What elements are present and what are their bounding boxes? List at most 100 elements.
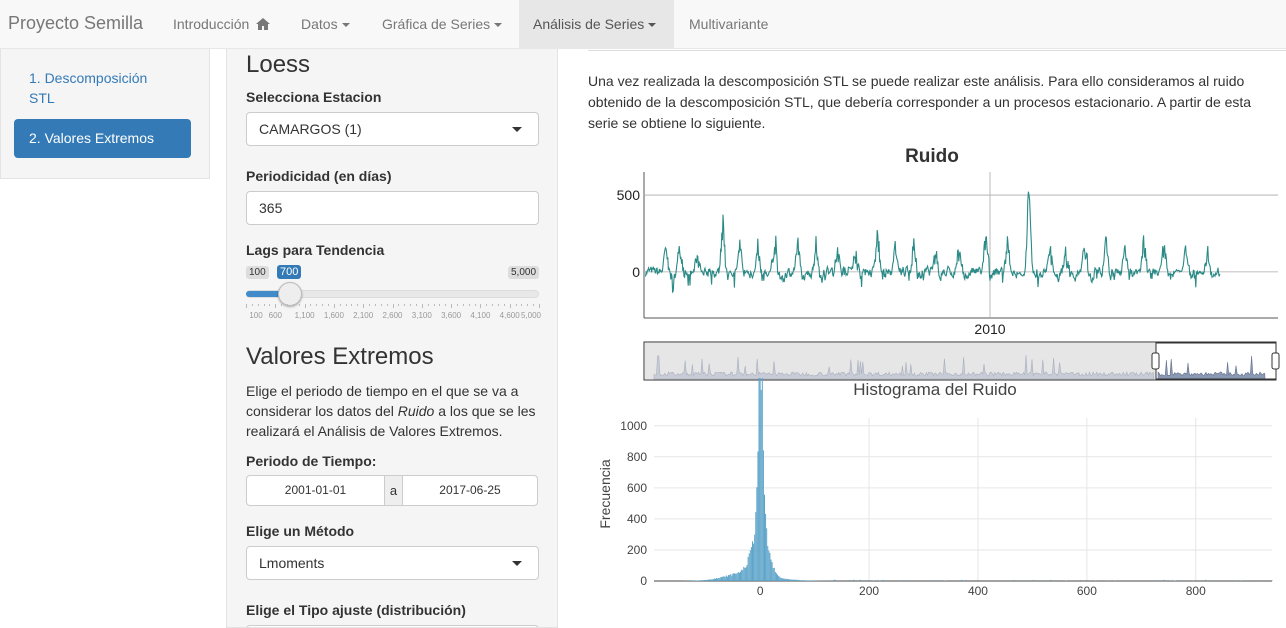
metodo-label: Elige un Método — [246, 523, 355, 539]
slider-value-label: 700 — [277, 265, 302, 279]
histogram-bar — [713, 578, 715, 581]
histogram-x-tick-label: 0 — [757, 584, 764, 598]
slider-minor-tick — [374, 304, 376, 306]
histogram-bar — [944, 580, 946, 581]
histogram-bar — [759, 378, 761, 581]
estacion-select[interactable]: CAMARGOS (1) — [246, 112, 539, 146]
histogram-axes: 0 200 400 600 800 1000 0 200 400 600 800 — [620, 418, 1272, 598]
slider-minor-tick — [533, 304, 535, 306]
nav-grafica-series[interactable]: Gráfica de Series — [368, 0, 516, 49]
histogram-bar — [1163, 579, 1165, 581]
slider-minor-tick — [415, 304, 417, 306]
histogram-bar — [769, 552, 771, 581]
slider-min-label: 100 — [246, 266, 269, 279]
histogram-bar — [1205, 579, 1207, 581]
histogram-y-tick-label: 600 — [627, 481, 647, 495]
histogram-bar — [792, 579, 794, 581]
intro-text: Una vez realizada la descomposición STL … — [588, 73, 1252, 131]
histogram-bar — [859, 579, 861, 581]
slider-minor-tick — [521, 304, 523, 306]
ajuste-label: Elige el Tipo ajuste (distribución) — [246, 602, 466, 618]
histogram-bar — [793, 579, 795, 581]
histogram-bar — [712, 578, 714, 581]
slider-minor-tick — [357, 304, 359, 306]
estacion-select-value: CAMARGOS (1) — [259, 121, 362, 137]
metodo-select[interactable]: Lmoments — [246, 546, 539, 580]
histogram-bar — [804, 580, 806, 581]
histogram-y-tick-label: 800 — [627, 450, 647, 464]
histogram-bar — [749, 550, 751, 581]
range-handle-left[interactable] — [1151, 352, 1160, 370]
end-date-input[interactable]: 2017-06-25 — [403, 476, 537, 505]
slider-minor-tick — [404, 304, 406, 306]
histogram-bar — [795, 579, 797, 581]
nav-datos[interactable]: Datos — [287, 0, 364, 49]
histogram-bar — [782, 578, 784, 581]
histogram-ylabel: Frecuencia — [597, 459, 613, 528]
nav-analisis-series[interactable]: Análisis de Series — [519, 0, 674, 49]
sidebar-item-valores-extremos[interactable]: 2. Valores Extremos — [14, 119, 191, 158]
nav-introduccion[interactable]: Introducción — [159, 0, 284, 49]
histogram-bar — [779, 576, 781, 581]
histogram-bar — [740, 571, 742, 581]
slider-minor-tick — [445, 304, 447, 306]
histogram-x-tick-label: 800 — [1186, 584, 1206, 598]
histogram-bar — [930, 580, 932, 581]
slider-minor-tick — [316, 304, 318, 306]
desc-emphasis: Ruido — [397, 403, 435, 419]
slider-tick — [392, 304, 394, 308]
slider-minor-tick — [456, 304, 458, 306]
histogram-x-tick-label: 200 — [859, 584, 879, 598]
ruido-chart[interactable]: Ruido 0 500 2010 — [588, 140, 1286, 385]
histogram-bar — [785, 578, 787, 581]
ruido-line — [644, 191, 1221, 294]
histogram-bar — [1193, 580, 1195, 581]
histogram-bar — [796, 579, 798, 581]
dropdown-arrow-icon — [512, 561, 522, 566]
histogram-bar — [784, 578, 786, 581]
histogram-bar — [802, 580, 804, 581]
periodicidad-input[interactable]: 365 — [246, 191, 539, 225]
histogram-bar — [726, 576, 728, 581]
histogram-bar — [1234, 580, 1236, 581]
date-range-input: 2001-01-01 a 2017-06-25 — [246, 475, 538, 506]
brand-title[interactable]: Proyecto Semilla — [8, 13, 143, 34]
nav-introduccion-label: Introducción — [173, 16, 250, 32]
navbar: Proyecto Semilla Introducción Datos Gráf… — [0, 0, 1286, 49]
range-handle-right[interactable] — [1271, 352, 1280, 370]
histogram-title: Histograma del Ruido — [853, 380, 1016, 399]
slider-tick — [421, 304, 423, 308]
slider-minor-tick — [292, 304, 294, 306]
histogram-bar — [789, 579, 791, 581]
metodo-select-value: Lmoments — [259, 555, 325, 571]
slider-tick — [304, 304, 306, 308]
histogram-bar — [1257, 580, 1259, 581]
histogram-bar — [1032, 579, 1034, 581]
slider-minor-tick — [433, 304, 435, 306]
slider-minor-tick — [281, 304, 283, 306]
slider-tick — [451, 304, 453, 308]
histogram-bar — [755, 512, 757, 581]
histogram-bar — [748, 553, 750, 581]
histogram-bar — [791, 579, 793, 581]
slider-handle[interactable] — [278, 282, 302, 306]
slider-minor-tick — [369, 304, 371, 306]
sidebar-item-descomposicion-stl[interactable]: 1. Descomposición STL — [29, 68, 169, 108]
histogram-bar — [1097, 580, 1099, 581]
histogram-bar — [735, 573, 737, 581]
slider-max-label: 5,000 — [508, 266, 540, 279]
histogram-bar — [707, 579, 709, 581]
slider-minor-tick — [322, 304, 324, 306]
home-icon — [256, 18, 271, 30]
histogram-y-tick-label: 0 — [640, 574, 647, 588]
histogram-chart[interactable]: Histograma del Ruido Frecuencia 0 200 400 6… — [588, 378, 1286, 628]
nav-multivariante[interactable]: Multivariante — [675, 0, 782, 49]
start-date-input[interactable]: 2001-01-01 — [247, 476, 384, 505]
histogram-bar — [730, 574, 732, 581]
histogram-bar — [718, 577, 720, 581]
slider-minor-tick — [492, 304, 494, 306]
slider-tick-label: 4,600 — [499, 311, 520, 320]
histogram-bar — [961, 579, 963, 581]
histogram-bar — [747, 556, 749, 581]
range-selector[interactable] — [643, 341, 1280, 381]
